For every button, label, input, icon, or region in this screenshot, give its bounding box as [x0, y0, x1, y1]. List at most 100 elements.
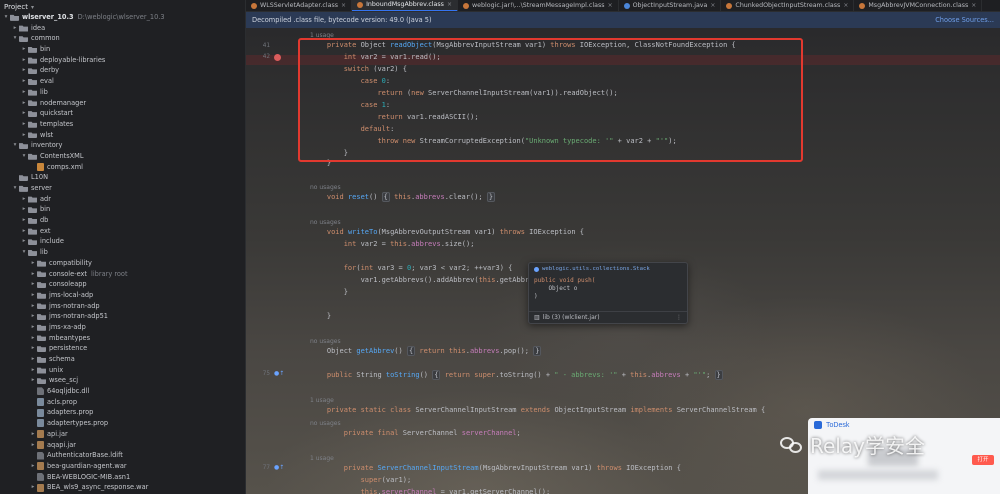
chevron-right-icon[interactable]: ▸ [20, 226, 28, 237]
quick-doc-popup[interactable]: weblogic.utils.collections.Stack public … [528, 262, 688, 324]
override-icon[interactable]: ●↑ [274, 464, 284, 471]
chevron-right-icon[interactable]: ▸ [29, 258, 37, 269]
tree-item-jms-xa-adp[interactable]: ▸ jms-xa-adp [0, 322, 245, 333]
todesk-open-button[interactable]: 打开 [972, 455, 994, 465]
tree-item-ext[interactable]: ▸ ext [0, 226, 245, 237]
tree-item-comps-xml[interactable]: comps.xml [0, 162, 245, 173]
editor-tab[interactable]: WLSServletAdapter.class × [246, 0, 353, 11]
tree-item-bin[interactable]: ▸ bin [0, 204, 245, 215]
tree-item-aqapi-jar[interactable]: ▸ aqapi.jar [0, 440, 245, 451]
editor-gutter[interactable]: 41 42 75 ●↑ 77 ●↑ [246, 28, 290, 494]
tree-item-eval[interactable]: ▸ eval [0, 76, 245, 87]
tree-item-include[interactable]: ▸ include [0, 236, 245, 247]
tree-item-lib[interactable]: ▾ lib [0, 247, 245, 258]
breakpoint-icon[interactable] [274, 54, 281, 61]
close-icon[interactable]: × [608, 2, 613, 9]
close-icon[interactable]: × [341, 2, 346, 9]
project-title[interactable]: Project [4, 3, 28, 11]
tree-item-bin[interactable]: ▸ bin [0, 44, 245, 55]
usages-hint[interactable]: no usages [310, 337, 1000, 346]
tree-item-contentsxml[interactable]: ▾ ContentsXML [0, 151, 245, 162]
popup-class-name[interactable]: weblogic.utils.collections.Stack [542, 266, 650, 272]
chevron-right-icon[interactable]: ▸ [20, 98, 28, 109]
close-icon[interactable]: × [447, 1, 452, 8]
tree-item-adapters-prop[interactable]: adapters.prop [0, 407, 245, 418]
chevron-down-icon[interactable]: ▾ [20, 247, 28, 258]
chevron-right-icon[interactable]: ▸ [29, 354, 37, 365]
chevron-right-icon[interactable]: ▸ [20, 194, 28, 205]
chevron-right-icon[interactable]: ▸ [29, 365, 37, 376]
tree-item-nodemanager[interactable]: ▸ nodemanager [0, 98, 245, 109]
editor-tab[interactable]: ChunkedObjectInputStream.class × [721, 0, 855, 11]
tree-item-quickstart[interactable]: ▸ quickstart [0, 108, 245, 119]
chevron-right-icon[interactable]: ▸ [20, 76, 28, 87]
tree-item-jms-notran-adp51[interactable]: ▸ jms-notran-adp51 [0, 311, 245, 322]
tree-item-authenticatorbase-ldift[interactable]: AuthenticatorBase.ldift [0, 450, 245, 461]
close-icon[interactable]: × [971, 2, 976, 9]
tree-item-l10n[interactable]: L10N [0, 172, 245, 183]
tree-item-deployable-libraries[interactable]: ▸ deployable-libraries [0, 55, 245, 66]
usages-hint[interactable]: no usages [310, 183, 1000, 192]
tree-item-schema[interactable]: ▸ schema [0, 354, 245, 365]
tree-item-inventory[interactable]: ▾ inventory [0, 140, 245, 151]
tree-root[interactable]: ▾ wlserver_10.3 D:\weblogic\wlserver_10.… [0, 12, 245, 23]
chevron-right-icon[interactable]: ▸ [29, 482, 37, 493]
project-panel-header[interactable]: Project ▾ [0, 0, 245, 12]
chevron-down-icon[interactable]: ▾ [2, 12, 10, 23]
chevron-right-icon[interactable]: ▸ [20, 65, 28, 76]
chevron-right-icon[interactable]: ▸ [20, 108, 28, 119]
chevron-right-icon[interactable]: ▸ [20, 87, 28, 98]
tree-item-unix[interactable]: ▸ unix [0, 365, 245, 376]
chevron-down-icon[interactable]: ▾ [11, 183, 19, 194]
tree-item-jms-local-adp[interactable]: ▸ jms-local-adp [0, 290, 245, 301]
chevron-right-icon[interactable]: ▸ [29, 322, 37, 333]
editor-tab[interactable]: ObjectInputStream.java × [619, 0, 722, 11]
usages-hint[interactable]: no usages [310, 218, 1000, 227]
tree-item-templates[interactable]: ▸ templates [0, 119, 245, 130]
chevron-right-icon[interactable]: ▸ [20, 204, 28, 215]
choose-sources-link[interactable]: Choose Sources... [935, 16, 994, 24]
tree-item-db[interactable]: ▸ db [0, 215, 245, 226]
chevron-right-icon[interactable]: ▸ [29, 429, 37, 440]
tree-item-compatibility[interactable]: ▸ compatibility [0, 258, 245, 269]
chevron-right-icon[interactable]: ▸ [29, 461, 37, 472]
tree-item-adr[interactable]: ▸ adr [0, 194, 245, 205]
tree-item-jms-notran-adp[interactable]: ▸ jms-notran-adp [0, 301, 245, 312]
chevron-right-icon[interactable]: ▸ [11, 23, 19, 34]
tree-item-server[interactable]: ▾ server [0, 183, 245, 194]
chevron-right-icon[interactable]: ▸ [20, 215, 28, 226]
tree-item-wsee-scj[interactable]: ▸ wsee_scj [0, 375, 245, 386]
tree-item-wlst[interactable]: ▸ wlst [0, 130, 245, 141]
tree-item-lib[interactable]: ▸ lib [0, 87, 245, 98]
editor-tab[interactable]: MsgAbbrevJVMConnection.class × [854, 0, 983, 11]
chevron-right-icon[interactable]: ▸ [20, 44, 28, 55]
editor-tab[interactable]: weblogic.jar!\...\StreamMessageImpl.clas… [458, 0, 619, 11]
chevron-right-icon[interactable]: ▸ [20, 55, 28, 66]
tree-item-acls-prop[interactable]: acls.prop [0, 397, 245, 408]
chevron-right-icon[interactable]: ▸ [29, 269, 37, 280]
chevron-right-icon[interactable]: ▸ [29, 290, 37, 301]
more-options-icon[interactable]: ⋮ [676, 314, 682, 321]
chevron-down-icon[interactable]: ▾ [11, 33, 19, 44]
chevron-right-icon[interactable]: ▸ [29, 375, 37, 386]
todesk-notification[interactable]: ToDesk 打开 [808, 418, 1000, 494]
chevron-right-icon[interactable]: ▸ [20, 130, 28, 141]
chevron-right-icon[interactable]: ▸ [29, 279, 37, 290]
chevron-right-icon[interactable]: ▸ [29, 301, 37, 312]
chevron-right-icon[interactable]: ▸ [29, 440, 37, 451]
chevron-down-icon[interactable]: ▾ [11, 140, 19, 151]
tree-item-api-jar[interactable]: ▸ api.jar [0, 429, 245, 440]
usages-hint[interactable]: 1 usage [310, 396, 1000, 405]
override-icon[interactable]: ●↑ [274, 370, 284, 377]
tree-item-mbeantypes[interactable]: ▸ mbeantypes [0, 333, 245, 344]
chevron-right-icon[interactable]: ▸ [20, 119, 28, 130]
close-icon[interactable]: × [710, 2, 715, 9]
close-icon[interactable]: × [843, 2, 848, 9]
editor-tab[interactable]: InboundMsgAbbrev.class × [352, 0, 458, 11]
tree-item-bea-wls9-async-response-war[interactable]: ▸ BEA_wls9_async_response.war [0, 482, 245, 493]
tree-item-adaptertypes-prop[interactable]: adaptertypes.prop [0, 418, 245, 429]
tree-item-common[interactable]: ▾ common [0, 33, 245, 44]
tree-item-console-ext[interactable]: ▸ console-ext library root [0, 269, 245, 280]
chevron-right-icon[interactable]: ▸ [29, 333, 37, 344]
tree-item-bea-guardian-agent-war[interactable]: ▸ bea-guardian-agent.war [0, 461, 245, 472]
